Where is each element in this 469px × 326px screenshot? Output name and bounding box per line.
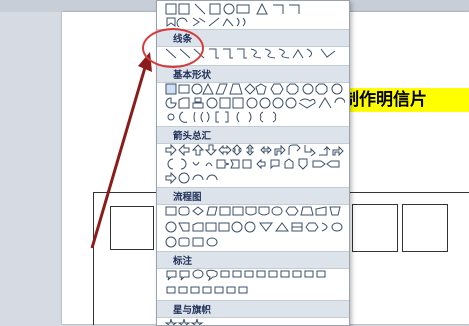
basic-shapes-row[interactable] [165,111,345,124]
section-header-block-arrows: 箭头总汇 [157,126,349,144]
section-header-flowchart: 流程图 [157,187,349,205]
stars-banners-row[interactable] [165,318,345,326]
table-cell[interactable] [110,206,154,250]
block-arrows-row[interactable] [165,158,345,171]
callout-shapes-row[interactable] [165,269,345,282]
recent-shapes-row[interactable] [165,3,345,16]
recent-shapes-row[interactable] [165,16,345,29]
page-title-highlighted[interactable]: 制作明信片 [340,88,469,112]
annotation-red-circle [142,28,204,68]
callout-shapes-row[interactable] [165,285,345,298]
section-header-stars-banners: 星与旗帜 [157,300,349,318]
basic-shapes-row[interactable] [165,97,345,110]
block-arrows-row[interactable] [165,144,345,157]
flowchart-shapes-row[interactable] [165,221,345,234]
table-cell[interactable] [352,204,398,252]
table-cell[interactable] [402,204,448,252]
section-header-basic-shapes: 基本形状 [157,65,349,83]
block-arrows-row[interactable] [165,172,345,185]
basic-shapes-row[interactable] [165,83,345,96]
flowchart-shapes-row[interactable] [165,236,345,249]
flowchart-shapes-row[interactable] [165,205,345,218]
section-header-callouts: 标注 [157,251,349,269]
